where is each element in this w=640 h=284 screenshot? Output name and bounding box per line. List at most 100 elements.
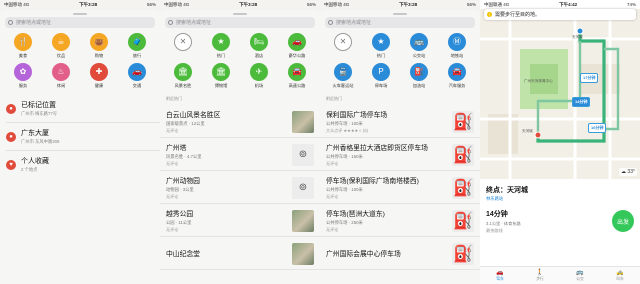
- list-item[interactable]: 广州香格里拉大酒店即货区停车场 公共停车场 · 150米 无评论 ⛽: [320, 138, 480, 171]
- tab-bus[interactable]: 🚌 公交: [560, 267, 600, 284]
- parking-thumb-icon: ⛽: [452, 110, 474, 133]
- category-button[interactable]: ✚ 健康: [80, 63, 118, 89]
- list-item[interactable]: 停车场(保利国际广场南塔楼西) 公共停车场 · 100米 无评论 ⛽: [320, 171, 480, 204]
- list-item[interactable]: 保利国际广场停车场 公共停车场 · 100米 大众点评 ★★★★☆ (6) ⛽: [320, 105, 480, 138]
- list-item-subtitle: 公园 · 11公里: [166, 219, 192, 225]
- search-sheet: 搜索地点或地址 ✕ ★ 热门 🚌 公交站 Ⓜ 地铁站 🚆 火车客运站 P 停车场 ⛽ 加油站 🚘 汽车服务 …: [320, 10, 480, 284]
- list-item-subtitle: 公共停车场 · 100米: [326, 120, 363, 126]
- status-bar: 中国联通 4G 下午4:42 74%: [480, 0, 640, 9]
- list-item-title: 停车场(琶洲大道东): [326, 211, 385, 219]
- favorite-title: 广东大厦: [21, 130, 49, 137]
- category-button[interactable]: 🚗 豪华公路: [278, 33, 316, 59]
- category-label: 加油站: [412, 83, 426, 88]
- category-button[interactable]: 🍴 美食: [4, 33, 42, 59]
- category-button[interactable]: 🚗 交通: [118, 63, 156, 89]
- category-label: 公交站: [412, 53, 426, 58]
- list-item[interactable]: 中山纪念堂: [160, 237, 320, 270]
- list-item-text: 越秀公园 公园 · 11公里 无评论: [166, 208, 288, 233]
- battery: 56%: [466, 2, 476, 7]
- category-label: 风景名胜: [174, 83, 192, 88]
- results-list: 白云山风景名胜区 国家级景点 · 12公里 无评论 广州塔 风景名胜 · 4.7公里 无评…: [160, 105, 320, 270]
- tab-walk[interactable]: 🚶 步行: [520, 267, 560, 284]
- category-grid: 🍴 美食 ☕ 饮品 👜 购物 🧳 旅行 ✿ 服务 ♨ 休闲 ✚ 健康 🚗 交通: [0, 28, 160, 89]
- binoculars-icon: ⊚: [292, 176, 314, 199]
- route-option[interactable]: 14分钟 3.1公里 · 体育东路 最快路线 出发: [480, 202, 640, 234]
- list-item-subtitle: 公共停车场 · 150米: [326, 153, 363, 159]
- category-label: 机场: [254, 83, 264, 88]
- search-input[interactable]: 搜索地点或地址: [325, 17, 475, 28]
- airplane-icon: ✈: [250, 63, 268, 81]
- favorite-item[interactable]: ♥ 个人收藏 2 个地点: [0, 151, 160, 178]
- car-icon: 🚗: [496, 269, 504, 276]
- list-item[interactable]: 白云山风景名胜区 国家级景点 · 12公里 无评论: [160, 105, 320, 138]
- category-button[interactable]: 🏛 风景名胜: [164, 63, 202, 89]
- category-button[interactable]: Ⓜ 地铁站: [438, 33, 476, 59]
- favorite-item[interactable]: ● 广东大厦 广州市 东风中路309: [0, 123, 160, 150]
- favorite-subtitle: 广州市 梅东路77号: [21, 111, 58, 116]
- tab-car[interactable]: 🚗 驾车: [480, 267, 520, 284]
- category-label: 旅行: [132, 53, 142, 58]
- heart-icon: ♥: [6, 159, 16, 170]
- search-placeholder: 搜索地点或地址: [336, 20, 372, 26]
- status-bar: 中国移动 4G 下午3:28 56%: [0, 0, 160, 9]
- category-button[interactable]: ✿ 服务: [4, 63, 42, 89]
- binoculars-icon: ⊚: [292, 143, 314, 166]
- list-item[interactable]: 广州动物园 动物园 · 3公里 无评论 ⊚: [160, 171, 320, 204]
- category-label: 酒店: [254, 53, 264, 58]
- walk-icon: 🚶: [536, 269, 544, 276]
- category-button[interactable]: 🏛 博物馆: [202, 63, 240, 89]
- car-icon: 🚗: [288, 33, 306, 51]
- category-grid: ✕ ★ 热门 🛏 酒店 🚗 豪华公路 🏛 风景名胜 🏛 博物馆 ✈ 机场 🚘 高速公路: [160, 28, 320, 89]
- category-button[interactable]: ♨ 休闲: [42, 63, 80, 89]
- start-marker: [576, 27, 584, 35]
- category-label: 停车场: [374, 83, 388, 88]
- search-input[interactable]: 搜索地点或地址: [5, 17, 155, 28]
- category-button[interactable]: 🚘 汽车服务: [438, 63, 476, 89]
- search-input[interactable]: 搜索地点或地址: [165, 17, 315, 28]
- list-item[interactable]: 广州塔 风景名胜 · 4.7公里 无评论 ⊚: [160, 138, 320, 171]
- section-title: 附近热门: [326, 96, 342, 101]
- phone-panel-2: 中国移动 4G 下午3:28 56% 搜索地点或地址 ✕ ★ 热门 🛏 酒店 🚗 豪华公路 🏛…: [160, 0, 320, 284]
- route-time-badge[interactable]: 17分钟: [580, 73, 599, 83]
- category-button[interactable]: ✈ 机场: [240, 63, 278, 89]
- go-button[interactable]: 出发: [612, 210, 634, 233]
- category-label: 购物: [94, 53, 104, 58]
- list-item[interactable]: 停车场(琶洲大道东) 公共停车场 · 250米 无评论 ⛽: [320, 204, 480, 237]
- category-button[interactable]: ⛽ 加油站: [400, 63, 438, 89]
- route-time-badge[interactable]: 16分钟: [588, 123, 607, 133]
- category-button[interactable]: 🛏 酒店: [240, 33, 278, 59]
- fork-knife-icon: 🍴: [14, 33, 32, 51]
- sheet-handle[interactable]: [233, 13, 247, 15]
- category-button[interactable]: 🧳 旅行: [118, 33, 156, 59]
- route-note: 最快路线: [486, 227, 503, 233]
- category-button[interactable]: 🚌 公交站: [400, 33, 438, 59]
- list-item-rating: 无评论: [326, 160, 339, 166]
- category-button[interactable]: ★ 热门: [202, 33, 240, 59]
- close-icon: ✕: [174, 33, 192, 51]
- tab-taxi[interactable]: 🚕 叫车: [600, 267, 640, 284]
- map-label: 天河城: [522, 129, 533, 133]
- list-item[interactable]: 广州国际会展中心停车场 ⛽: [320, 237, 480, 270]
- category-button[interactable]: ✕: [164, 33, 202, 59]
- category-button[interactable]: ★ 热门: [362, 33, 400, 59]
- list-item-text: 广州香格里拉大酒店即货区停车场 公共停车场 · 150米 无评论: [326, 142, 448, 167]
- route-map[interactable]: 天河城 广州天河体育中心 天河城 17分钟 14分钟 16分钟 ☁ 33°: [480, 9, 640, 179]
- category-button[interactable]: 🚆 火车客运站: [324, 63, 362, 89]
- category-button[interactable]: ☕ 饮品: [42, 33, 80, 59]
- list-item[interactable]: 越秀公园 公园 · 11公里 无评论: [160, 204, 320, 237]
- shopping-bag-icon: 👜: [90, 33, 108, 51]
- sheet-handle[interactable]: [73, 13, 87, 15]
- category-button[interactable]: ✕: [324, 33, 362, 59]
- sheet-handle[interactable]: [393, 13, 407, 15]
- phone-panel-4: 中国联通 4G 下午4:42 74% 天河城 广州天河体育中心 天河城 17分钟…: [480, 0, 640, 284]
- list-item-title: 白云山风景名胜区: [166, 112, 221, 120]
- transport-mode-tabs: 🚗 驾车 🚶 步行 🚌 公交 🚕 叫车: [480, 266, 640, 284]
- category-button[interactable]: 🚘 高速公路: [278, 63, 316, 89]
- favorite-item[interactable]: ● 已标记位置 广州市 梅东路77号: [0, 95, 160, 122]
- category-button[interactable]: 👜 购物: [80, 33, 118, 59]
- route-time-badge-selected[interactable]: 14分钟: [572, 97, 591, 107]
- category-button[interactable]: P 停车场: [362, 63, 400, 89]
- map-canvas: [480, 9, 640, 179]
- route-duration: 14分钟: [486, 211, 508, 218]
- parking-icon: P: [372, 63, 390, 81]
